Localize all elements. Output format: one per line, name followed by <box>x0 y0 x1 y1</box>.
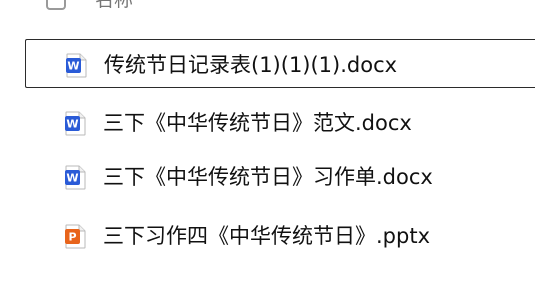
word-document-icon: W <box>65 165 86 190</box>
svg-text:P: P <box>68 231 76 244</box>
file-row[interactable]: W 三下《中华传统节日》范文.docx <box>25 98 535 147</box>
file-name[interactable]: 三下《中华传统节日》范文.docx <box>103 110 412 136</box>
powerpoint-document-icon: P <box>65 224 86 249</box>
svg-text:W: W <box>67 60 79 73</box>
file-name[interactable]: 三下习作四《中华传统节日》.pptx <box>103 223 430 249</box>
word-document-icon: W <box>66 53 87 78</box>
word-document-icon: W <box>65 111 86 136</box>
file-row[interactable]: W 传统节日记录表(1)(1)(1).docx <box>25 39 535 88</box>
file-name[interactable]: 三下《中华传统节日》习作单.docx <box>103 164 433 190</box>
svg-text:W: W <box>66 172 78 185</box>
file-name[interactable]: 传统节日记录表(1)(1)(1).docx <box>104 52 397 78</box>
file-list-header: 名称 <box>0 0 535 16</box>
file-row[interactable]: P 三下习作四《中华传统节日》.pptx <box>25 211 535 260</box>
select-all-checkbox[interactable] <box>46 0 66 10</box>
file-row[interactable]: W 三下《中华传统节日》习作单.docx <box>25 152 535 201</box>
svg-text:W: W <box>66 118 78 131</box>
name-column-header[interactable]: 名称 <box>95 0 133 11</box>
